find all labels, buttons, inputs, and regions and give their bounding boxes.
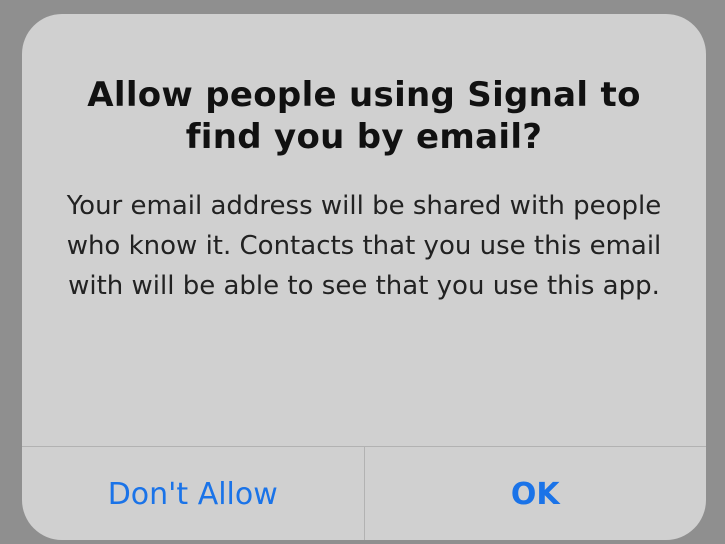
permission-alert-dialog: Allow people using Signal to find you by… [22, 14, 706, 540]
dont-allow-button[interactable]: Don't Allow [22, 447, 364, 540]
alert-content: Allow people using Signal to find you by… [22, 14, 706, 446]
alert-title: Allow people using Signal to find you by… [87, 75, 641, 157]
alert-button-row: Don't Allow OK [22, 446, 706, 540]
alert-message: Your email address will be shared with p… [66, 191, 662, 301]
ok-button[interactable]: OK [365, 447, 707, 540]
